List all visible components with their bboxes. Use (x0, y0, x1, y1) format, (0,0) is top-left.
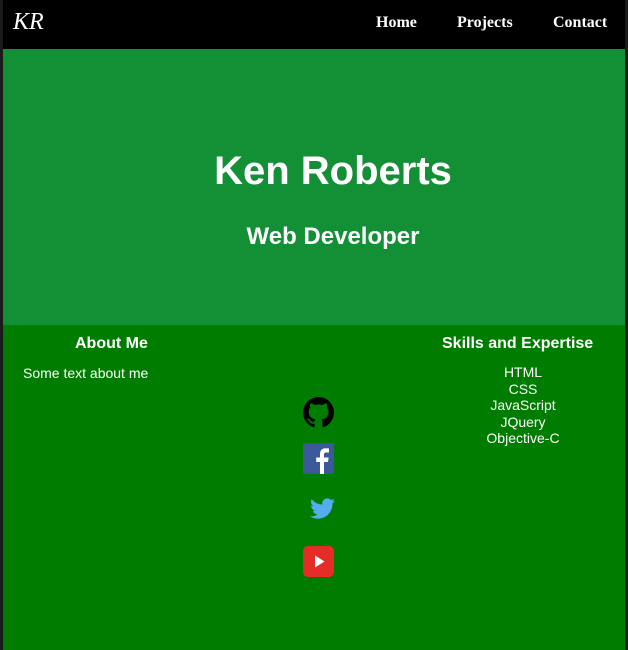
page: KR Home Projects Contact Ken Roberts Web… (3, 0, 625, 650)
navbar: KR Home Projects Contact (3, 0, 625, 49)
nav-link-projects[interactable]: Projects (457, 14, 513, 32)
twitter-icon[interactable] (309, 496, 336, 521)
brand-logo[interactable]: KR (13, 9, 44, 36)
skills-heading: Skills and Expertise (442, 335, 594, 352)
hero-section: Ken Roberts Web Developer (3, 49, 625, 325)
nav-link-contact[interactable]: Contact (553, 14, 607, 32)
youtube-icon[interactable] (303, 546, 334, 577)
github-icon[interactable] (303, 397, 334, 428)
facebook-icon[interactable] (303, 443, 334, 474)
skills-list: HTML CSS JavaScript JQuery Objective-C (463, 364, 583, 447)
skill-item: JQuery (500, 413, 546, 430)
hero-role: Web Developer (246, 223, 420, 250)
skill-item: CSS (508, 380, 538, 397)
skill-item: HTML (503, 364, 543, 380)
skill-item: JavaScript (490, 397, 556, 413)
nav-link-home[interactable]: Home (376, 14, 417, 32)
about-text: Some text about me (23, 365, 149, 381)
about-heading: About Me (75, 335, 148, 352)
hero-name: Ken Roberts (214, 149, 452, 193)
skill-item: Objective-C (486, 430, 560, 446)
